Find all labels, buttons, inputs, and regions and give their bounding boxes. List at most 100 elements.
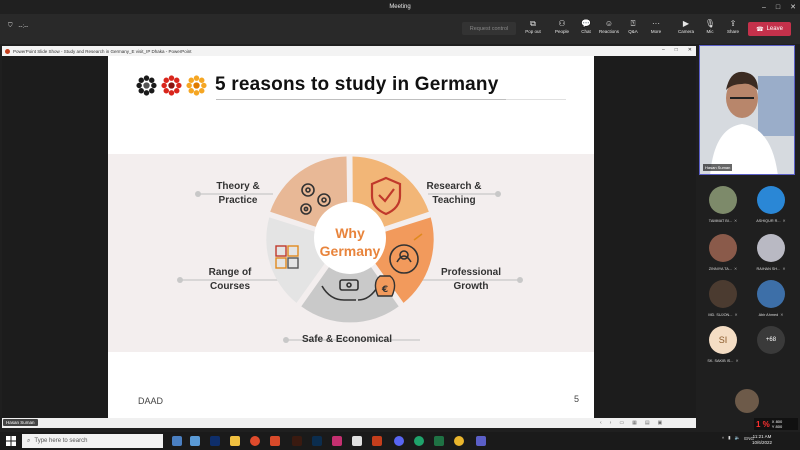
recording-overlay: 1 % X 800 Y 800: [754, 418, 798, 430]
avatar: [757, 186, 785, 214]
share-icon: ⇪: [729, 19, 737, 28]
more-icon: ···: [652, 19, 660, 28]
camera-button[interactable]: ▶ Camera: [673, 18, 699, 40]
slide-title: 5 reasons to study in Germany: [215, 74, 499, 95]
red-flower-icon: [161, 74, 182, 96]
mic-off-icon: 🎙: [704, 19, 716, 28]
main-speaker-video[interactable]: Hasan Suman: [699, 45, 795, 175]
qa-icon: ⍰: [630, 19, 636, 28]
participant-tile[interactable]: TAMMAT BI... ✕: [699, 186, 747, 232]
task-view-icon[interactable]: [172, 436, 182, 446]
excel-icon[interactable]: [434, 436, 444, 446]
speaker-video-frame: [700, 46, 794, 174]
meeting-title-bar: Meeting – □ ✕: [0, 0, 800, 14]
photos-app-icon[interactable]: [190, 436, 200, 446]
slideshow-icon[interactable]: ▣: [658, 420, 663, 426]
participant-tile[interactable]: SI SK. SAKIB IS... ✕: [699, 326, 747, 372]
taskbar-clock[interactable]: 11:21 AM 10/6/2022: [752, 434, 772, 446]
mic-off-icon: ✕: [782, 219, 786, 223]
reading-view-icon[interactable]: ▤: [645, 420, 650, 426]
powerpoint-window: PowerPoint Slide Show - Study and Resear…: [2, 46, 696, 428]
reactions-button[interactable]: ☺ Reactions: [596, 18, 622, 40]
next-slide-icon[interactable]: ›: [610, 420, 612, 426]
mic-off-icon: ✕: [735, 359, 739, 363]
edge-icon[interactable]: [414, 436, 424, 446]
leave-button[interactable]: ☎ Leave: [748, 22, 791, 36]
more-button[interactable]: ··· More: [643, 18, 669, 40]
app-icon-2[interactable]: [332, 436, 342, 446]
people-button[interactable]: ⚇ People: [549, 18, 575, 40]
avatar: [709, 186, 737, 214]
svg-text:€: €: [381, 285, 388, 295]
app-icon-3[interactable]: [352, 436, 362, 446]
label-research-teaching: Research & Teaching: [426, 181, 482, 206]
slide: 5 reasons to study in Germany € Why Germ…: [108, 56, 594, 418]
mic-off-icon: ✕: [780, 313, 784, 317]
ppt-close-button[interactable]: ✕: [688, 47, 692, 53]
participant-tile[interactable]: MD. SUJON... ✕: [699, 280, 747, 326]
participant-tile[interactable]: Abir Ahmed ✕: [747, 280, 795, 326]
slide-view-controls: ‹ › ▭ ▦ ▤ ▣: [600, 420, 662, 426]
black-flower-icon: [136, 74, 157, 96]
chrome-icon[interactable]: [454, 436, 464, 446]
system-tray: ^ ▮ 🔈 ENG: [722, 435, 754, 441]
ppt-window-controls: – □ ✕: [662, 47, 692, 53]
participant-tile[interactable]: ZINNIYA TA... ✕: [699, 234, 747, 280]
powerpoint-icon: [5, 48, 10, 54]
windows-start-icon[interactable]: [6, 436, 16, 446]
meeting-toolbar: ⛉ --:-- Request control ⧉ Pop out ⚇ People…: [0, 14, 800, 44]
file-explorer-icon[interactable]: [230, 436, 240, 446]
camera-icon: ▶: [682, 19, 690, 28]
slide-sorter-icon[interactable]: ▦: [632, 420, 637, 426]
discord-icon[interactable]: [394, 436, 404, 446]
windows-taskbar: ⌕ Type here to search ^ ▮ 🔈 ENG 11:21 AM…: [0, 432, 800, 450]
window-controls: – □ ✕: [762, 0, 796, 14]
mic-off-icon: ✕: [734, 267, 738, 271]
slide-page-number: 5: [574, 394, 580, 404]
overlay-big-number: 1 %: [756, 419, 770, 429]
popout-button[interactable]: ⧉ Pop out: [520, 18, 546, 40]
normal-view-icon[interactable]: ▭: [619, 420, 624, 426]
volume-icon[interactable]: 🔈: [735, 435, 741, 441]
avatar: [709, 280, 737, 308]
self-video-avatar[interactable]: [735, 389, 759, 413]
more-participants-count: +68: [757, 326, 785, 354]
mic-off-icon: ✕: [782, 267, 786, 271]
avatar: SI: [709, 326, 737, 354]
participant-tile[interactable]: ASHIQUR R... ✕: [747, 186, 795, 232]
share-button[interactable]: ⇪ Share: [720, 18, 746, 40]
app-icon[interactable]: [270, 436, 280, 446]
chrome-canary-icon[interactable]: [250, 436, 260, 446]
teams-icon[interactable]: [476, 436, 486, 446]
avatar: [757, 234, 785, 262]
maximize-button[interactable]: □: [776, 4, 780, 11]
avatar: [757, 280, 785, 308]
minimize-button[interactable]: –: [762, 4, 766, 11]
chevron-up-icon[interactable]: ^: [722, 436, 724, 441]
powerpoint-taskbar-icon[interactable]: [372, 436, 382, 446]
ppt-minimize-button[interactable]: –: [662, 47, 665, 53]
search-icon: ⌕: [27, 437, 31, 444]
close-button[interactable]: ✕: [790, 3, 796, 11]
label-range-courses: Range of Courses: [208, 267, 252, 292]
request-control-button[interactable]: Request control: [462, 22, 516, 35]
ppt-window-title: PowerPoint Slide Show - Study and Resear…: [13, 48, 192, 54]
people-icon: ⚇: [558, 19, 566, 28]
illustrator-icon[interactable]: [292, 436, 302, 446]
yellow-flower-icon: [186, 74, 207, 96]
ppt-maximize-button[interactable]: □: [675, 47, 678, 53]
phone-hangup-icon: ☎: [756, 26, 764, 33]
presenter-name-tag: Hasan Suman: [3, 419, 38, 426]
main-speaker-name: Hasan Suman: [703, 164, 733, 171]
previous-slide-icon[interactable]: ‹: [600, 420, 602, 426]
photoshop-icon[interactable]: [312, 436, 322, 446]
premiere-icon[interactable]: [210, 436, 220, 446]
chat-icon: 💬: [581, 19, 591, 28]
participant-tile[interactable]: RAIHAN SH... ✕: [747, 234, 795, 280]
popout-icon: ⧉: [530, 19, 536, 28]
network-icon[interactable]: ▮: [728, 435, 730, 441]
more-participants-tile[interactable]: +68: [747, 326, 795, 372]
taskbar-search-box[interactable]: ⌕ Type here to search: [22, 434, 163, 448]
participants-panel: Hasan Suman TAMMAT BI... ✕ ASHIQUR R... ✕ …: [697, 44, 800, 430]
overlay-y: Y 800: [771, 424, 783, 429]
